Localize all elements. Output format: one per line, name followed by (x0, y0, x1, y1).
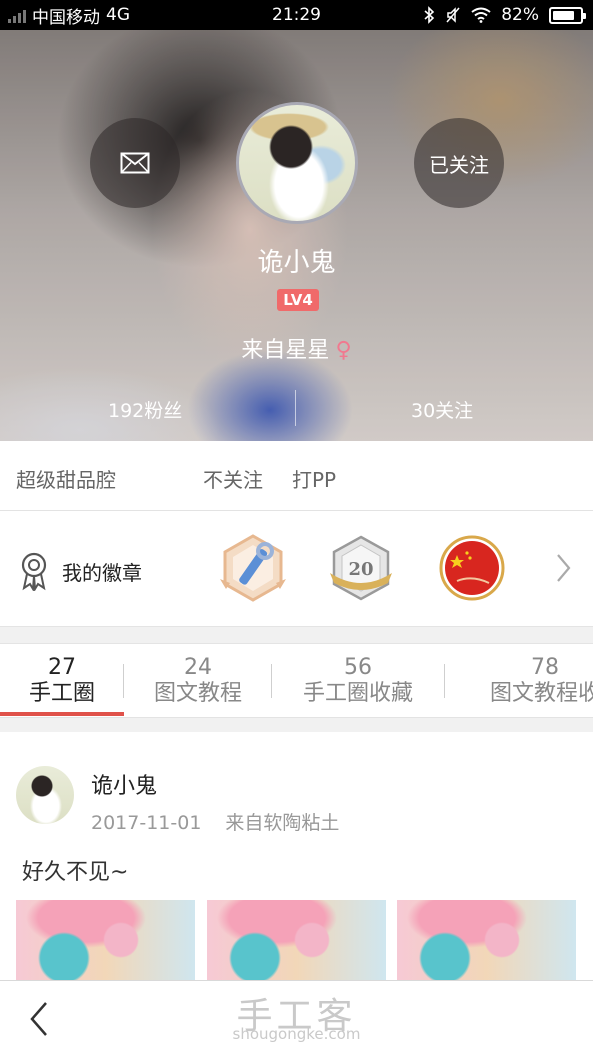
mute-icon (446, 7, 460, 23)
tab-tutorials[interactable]: 24 图文教程 (124, 644, 272, 717)
fans-count[interactable]: 192粉丝 (108, 396, 182, 423)
watermark-url: shougongke.com (232, 1025, 361, 1043)
network-label: 4G (106, 5, 130, 25)
tab-count: 27 (48, 655, 76, 680)
bluetooth-icon (424, 6, 435, 24)
user-location: 来自星星 ♀ (0, 332, 593, 364)
badges-label: 我的徽章 (62, 561, 142, 585)
badges-row[interactable]: 我的徽章 20 (0, 511, 593, 626)
post-avatar[interactable] (16, 766, 74, 824)
post-photo[interactable] (16, 900, 195, 990)
header-background (0, 30, 593, 441)
chevron-right-icon[interactable] (554, 551, 574, 585)
badge-ribbon-icon (21, 552, 47, 591)
wifi-icon (471, 7, 491, 23)
post-text: 好久不见~ (22, 860, 129, 885)
status-left: 中国移动 4G (8, 0, 130, 30)
tab-label: 图文教程收 (489, 681, 593, 706)
user-tags: 超级甜品腔 不关注 打PP (0, 441, 593, 511)
battery-icon (549, 6, 586, 24)
stat-divider (295, 390, 296, 426)
tag-item: 打PP (292, 468, 337, 492)
tab-count: 56 (344, 655, 372, 680)
section-divider (0, 626, 593, 644)
active-tab-indicator (0, 712, 124, 716)
tag-item: 超级甜品腔 (16, 468, 116, 492)
status-right: 82% (423, 0, 586, 30)
tab-label: 图文教程 (153, 681, 242, 706)
tab-circle-favorites[interactable]: 56 手工圈收藏 (272, 644, 444, 717)
battery-fill (553, 10, 575, 20)
tab-label: 手工圈收藏 (302, 681, 413, 706)
profile-header: 已关注 诡小鬼 LV4 来自星星 ♀ 192粉丝 30关注 (0, 30, 593, 441)
tab-handcraft-circle[interactable]: 27 手工圈 (0, 644, 124, 717)
bottom-bar: 手工客 shougongke.com (0, 980, 593, 1054)
post-photo[interactable] (397, 900, 576, 990)
follow-button[interactable]: 已关注 (414, 118, 504, 208)
status-bar: 中国移动 4G 21:29 82% (0, 0, 593, 30)
mail-icon (120, 152, 150, 174)
profile-avatar[interactable] (236, 102, 358, 224)
signal-icon (8, 7, 26, 23)
medal-number: 20 (348, 559, 373, 580)
medal-20-icon[interactable]: 20 (326, 533, 396, 603)
post-source[interactable]: 来自软陶粘土 (225, 812, 339, 834)
post-meta: 2017-11-01 来自软陶粘土 (91, 808, 339, 835)
location-text: 来自星星 (241, 338, 330, 363)
following-count[interactable]: 30关注 (411, 396, 473, 423)
medal-tools-icon[interactable] (218, 533, 288, 603)
female-icon: ♀ (335, 338, 352, 363)
post-date: 2017-11-01 (91, 812, 202, 834)
post-photo[interactable] (207, 900, 386, 990)
battery-percent: 82% (501, 5, 539, 25)
user-name: 诡小鬼 (257, 248, 336, 278)
section-divider (0, 718, 593, 732)
content-tabs: 27 手工圈 24 图文教程 56 手工圈收藏 78 图文教程收 (0, 644, 593, 718)
tab-count: 78 (531, 655, 559, 680)
medal-flag-icon[interactable] (437, 533, 507, 603)
post-author[interactable]: 诡小鬼 (91, 768, 157, 800)
tab-tutorial-favorites[interactable]: 78 图文教程收 (445, 644, 593, 717)
tag-item: 不关注 (203, 468, 263, 492)
level-badge: LV4 (277, 289, 319, 311)
message-button[interactable] (90, 118, 180, 208)
tab-count: 24 (184, 655, 212, 680)
carrier-label: 中国移动 (32, 7, 100, 28)
tab-label: 手工圈 (28, 681, 95, 706)
